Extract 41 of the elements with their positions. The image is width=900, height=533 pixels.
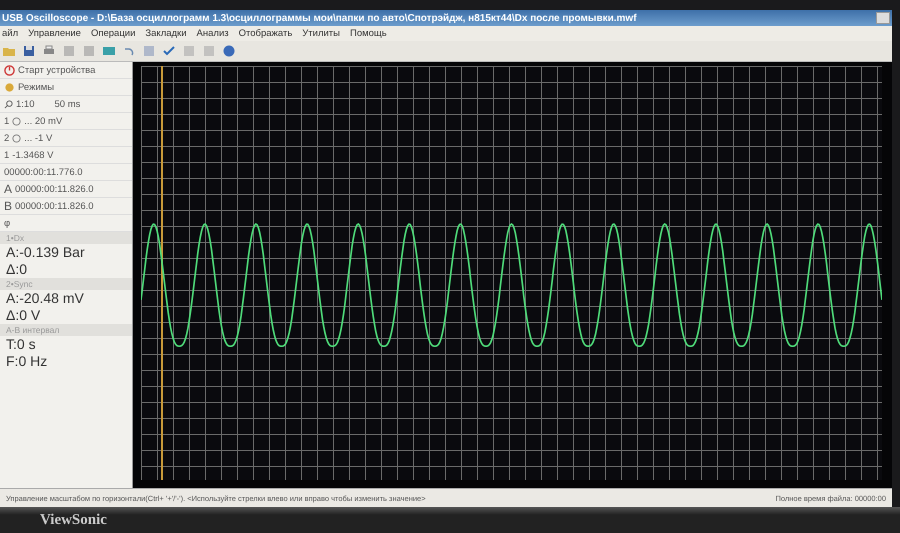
channel-number: 1 — [4, 116, 10, 126]
power-icon — [4, 64, 15, 76]
menu-item[interactable]: Анализ — [196, 28, 229, 39]
menu-item[interactable]: Утилиты — [302, 28, 340, 39]
menu-item[interactable]: айл — [2, 28, 18, 39]
marker-label: A — [4, 182, 12, 196]
readout-header: 1•Dx — [0, 232, 132, 244]
channel-number: 2 — [4, 132, 10, 144]
window-title: USB Oscilloscope - D:\База осциллограмм 1.3\осциллограммы мои\папки по авто\Спотрэйдж, н815кт44\Dx после промывки.mwf — [2, 12, 638, 24]
marker-time: 00000:00:11.826.0 — [15, 200, 94, 212]
panel-action[interactable]: Режимы — [18, 82, 54, 92]
readout-header: A-B интервал — [0, 324, 132, 336]
cursor-line[interactable] — [161, 66, 164, 480]
checkmark-icon[interactable] — [162, 44, 176, 58]
readout-value: A:-20.48 mV — [5, 290, 85, 307]
menu-item[interactable]: Закладки — [145, 28, 187, 39]
readout-value: A:-0.139 Bar — [5, 244, 86, 261]
zoom-value[interactable]: 1:10 — [16, 98, 34, 110]
trigger-level[interactable]: -1.3468 V — [12, 150, 54, 160]
save-icon[interactable] — [22, 44, 36, 58]
readout-header: 2•Sync — [0, 278, 132, 290]
channel-range[interactable]: ... 20 mV — [24, 116, 62, 126]
readout-value: T:0 s — [5, 336, 37, 353]
readout-value: Δ:0 — [5, 261, 28, 278]
channel-range[interactable]: ... -1 V — [24, 132, 52, 144]
menu-item[interactable]: Отображать — [238, 28, 292, 39]
marker-time: 00000:00:11.826.0 — [15, 184, 94, 194]
magnifier-icon — [4, 100, 13, 108]
menu-item[interactable]: Операции — [90, 28, 136, 39]
phase-label: φ — [4, 218, 10, 228]
minimize-button[interactable] — [876, 12, 890, 24]
menu-item[interactable]: Управление — [28, 28, 81, 39]
marker-label: B — [4, 199, 12, 213]
trigger-channel: 1 — [4, 150, 10, 160]
cursor-time: 00000:00:11.776.0 — [4, 166, 83, 178]
panel-action[interactable]: Старт устройства — [18, 64, 96, 76]
menu-item[interactable]: Помощь — [350, 28, 387, 39]
readout-value: Δ:0 V — [5, 307, 42, 324]
readout-value: F:0 Hz — [5, 353, 48, 370]
brand-logo: ViewSonic — [40, 512, 107, 528]
timebase-value[interactable]: 50 ms — [54, 98, 80, 110]
